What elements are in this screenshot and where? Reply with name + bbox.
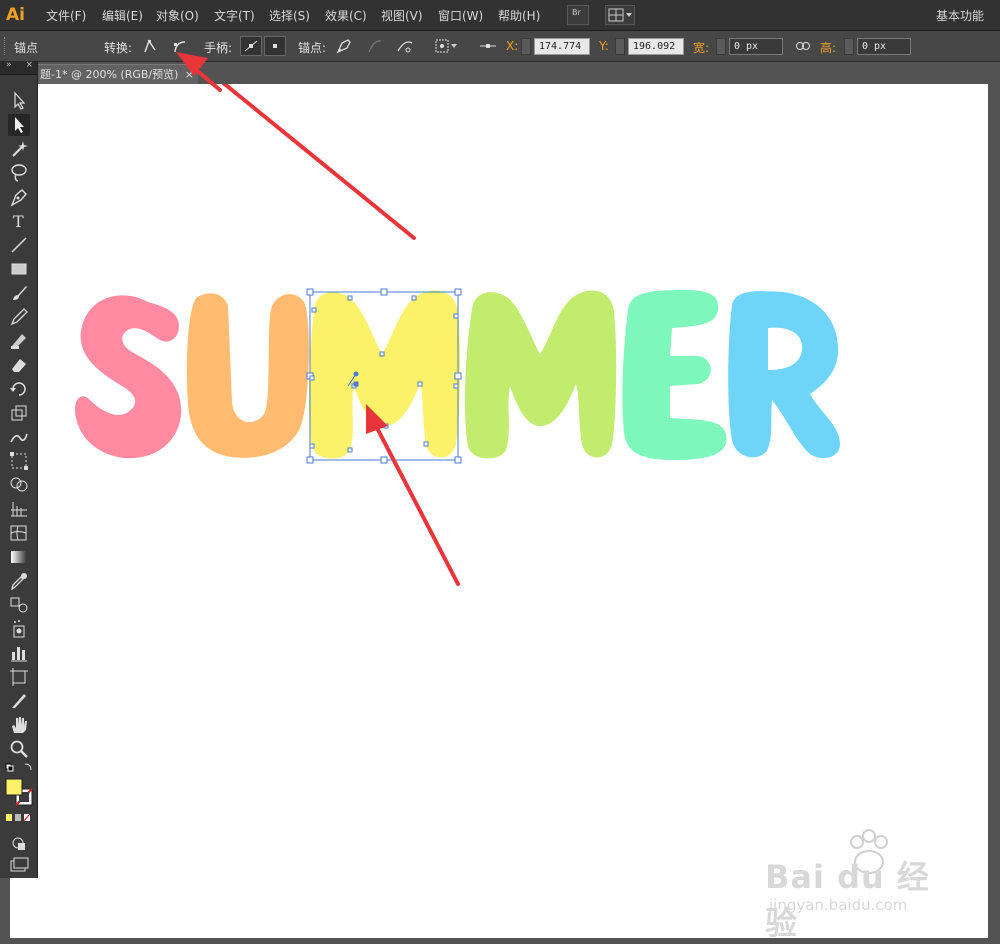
artboard[interactable] <box>10 50 988 938</box>
shape-builder-tool-icon[interactable] <box>8 474 30 496</box>
menu-window[interactable]: 窗口(W) <box>438 7 483 24</box>
align-options-icon[interactable] <box>434 37 460 55</box>
workspace-switcher[interactable]: 基本功能 <box>936 7 984 24</box>
app-logo: Ai <box>6 5 25 25</box>
reference-point-icon[interactable] <box>478 37 498 55</box>
y-label: Y: <box>599 39 609 53</box>
rectangle-tool-icon[interactable] <box>8 258 30 280</box>
collapse-icon[interactable]: » <box>6 60 12 70</box>
blend-tool-icon[interactable] <box>8 594 30 616</box>
slice-tool-icon[interactable] <box>8 690 30 712</box>
direct-selection-tool-icon[interactable] <box>8 114 30 136</box>
pencil-tool-icon[interactable] <box>8 306 30 328</box>
anchors-label: 锚点: <box>298 41 327 55</box>
height-label: 高: <box>820 41 837 55</box>
free-transform-tool-icon[interactable] <box>8 450 30 472</box>
tools-panel-header[interactable]: » × <box>0 60 37 75</box>
baidu-watermark: Bai du 经验 jingyan.baidu.com <box>765 828 955 942</box>
letter-s[interactable] <box>74 295 182 459</box>
magic-wand-tool-icon[interactable] <box>8 138 30 160</box>
menu-object[interactable]: 对象(O) <box>156 7 199 24</box>
selection-tool-icon[interactable] <box>8 90 30 112</box>
menu-help[interactable]: 帮助(H) <box>498 7 540 24</box>
screen-mode-icon[interactable] <box>8 854 30 876</box>
swap-colors-icon[interactable] <box>5 762 33 774</box>
anchor-point-label: 锚点 <box>14 41 39 55</box>
hand-tool-icon[interactable] <box>8 714 30 736</box>
width-spinner[interactable] <box>716 38 726 55</box>
symbol-sprayer-tool-icon[interactable] <box>8 618 30 640</box>
grip-handle[interactable] <box>4 37 8 55</box>
perspective-grid-tool-icon[interactable] <box>8 498 30 520</box>
letter-m-green[interactable] <box>465 290 617 459</box>
constrain-proportions-icon[interactable] <box>794 37 812 55</box>
eraser-tool-icon[interactable] <box>8 354 30 376</box>
artboard-tool-icon[interactable] <box>8 666 30 688</box>
mesh-tool-icon[interactable] <box>8 522 30 544</box>
menu-type[interactable]: 文字(T) <box>214 7 255 24</box>
menu-view[interactable]: 视图(V) <box>381 7 423 24</box>
scale-tool-icon[interactable] <box>8 402 30 424</box>
drawing-modes-icon[interactable] <box>8 832 30 854</box>
column-graph-tool-icon[interactable] <box>8 642 30 664</box>
letter-r[interactable] <box>728 291 840 459</box>
svg-text:T: T <box>13 212 24 231</box>
hide-handles-icon[interactable] <box>264 36 286 56</box>
height-spinner[interactable] <box>844 38 854 55</box>
fill-stroke-swatches[interactable] <box>5 778 35 808</box>
y-spinner[interactable] <box>615 38 625 55</box>
menu-select[interactable]: 选择(S) <box>269 7 310 24</box>
letter-m-yellow[interactable] <box>308 290 461 459</box>
bridge-button[interactable]: Br <box>567 5 589 25</box>
arrange-documents-button[interactable] <box>605 5 635 25</box>
line-tool-icon[interactable] <box>8 234 30 256</box>
tools-panel: » × T <box>0 60 38 878</box>
close-panel-icon[interactable]: × <box>25 60 33 70</box>
menu-file[interactable]: 文件(F) <box>46 7 86 24</box>
paintbrush-tool-icon[interactable] <box>8 282 30 304</box>
remove-anchor-icon[interactable] <box>335 37 353 55</box>
gradient-tool-icon[interactable] <box>8 546 30 568</box>
connect-anchors-icon[interactable] <box>366 37 384 55</box>
y-field[interactable]: 196.092 <box>628 38 684 55</box>
eyedropper-tool-icon[interactable] <box>8 570 30 592</box>
rotate-tool-icon[interactable] <box>8 378 30 400</box>
zoom-tool-icon[interactable] <box>8 738 30 760</box>
annotation-arrow-head-top <box>176 52 222 92</box>
watermark-url: jingyan.baidu.com <box>769 896 908 914</box>
pen-tool-icon[interactable] <box>8 186 30 208</box>
cut-path-icon[interactable] <box>396 37 414 55</box>
convert-label: 转换: <box>104 41 133 55</box>
arrange-documents-icon <box>608 8 632 22</box>
height-field[interactable]: 0 px <box>857 38 911 55</box>
width-field[interactable]: 0 px <box>729 38 783 55</box>
menu-effect[interactable]: 效果(C) <box>325 7 367 24</box>
x-field[interactable]: 174.774 <box>534 38 590 55</box>
color-mode-buttons[interactable] <box>5 812 33 822</box>
blob-brush-tool-icon[interactable] <box>8 330 30 352</box>
menu-edit[interactable]: 编辑(E) <box>102 7 143 24</box>
show-handles-icon[interactable] <box>240 36 262 56</box>
lasso-tool-icon[interactable] <box>8 162 30 184</box>
x-label: X: <box>506 39 519 53</box>
artwork-canvas <box>74 50 840 586</box>
warp-tool-icon[interactable] <box>8 426 30 448</box>
annotation-arrow-top <box>176 50 416 240</box>
menu-bar: Ai 文件(F) 编辑(E) 对象(O) 文字(T) 选择(S) 效果(C) 视… <box>0 0 1000 31</box>
letter-e[interactable] <box>622 290 727 460</box>
width-label: 宽: <box>693 41 710 55</box>
letter-u[interactable] <box>186 293 309 458</box>
x-spinner[interactable] <box>521 38 531 55</box>
type-tool-icon[interactable]: T <box>8 210 30 232</box>
